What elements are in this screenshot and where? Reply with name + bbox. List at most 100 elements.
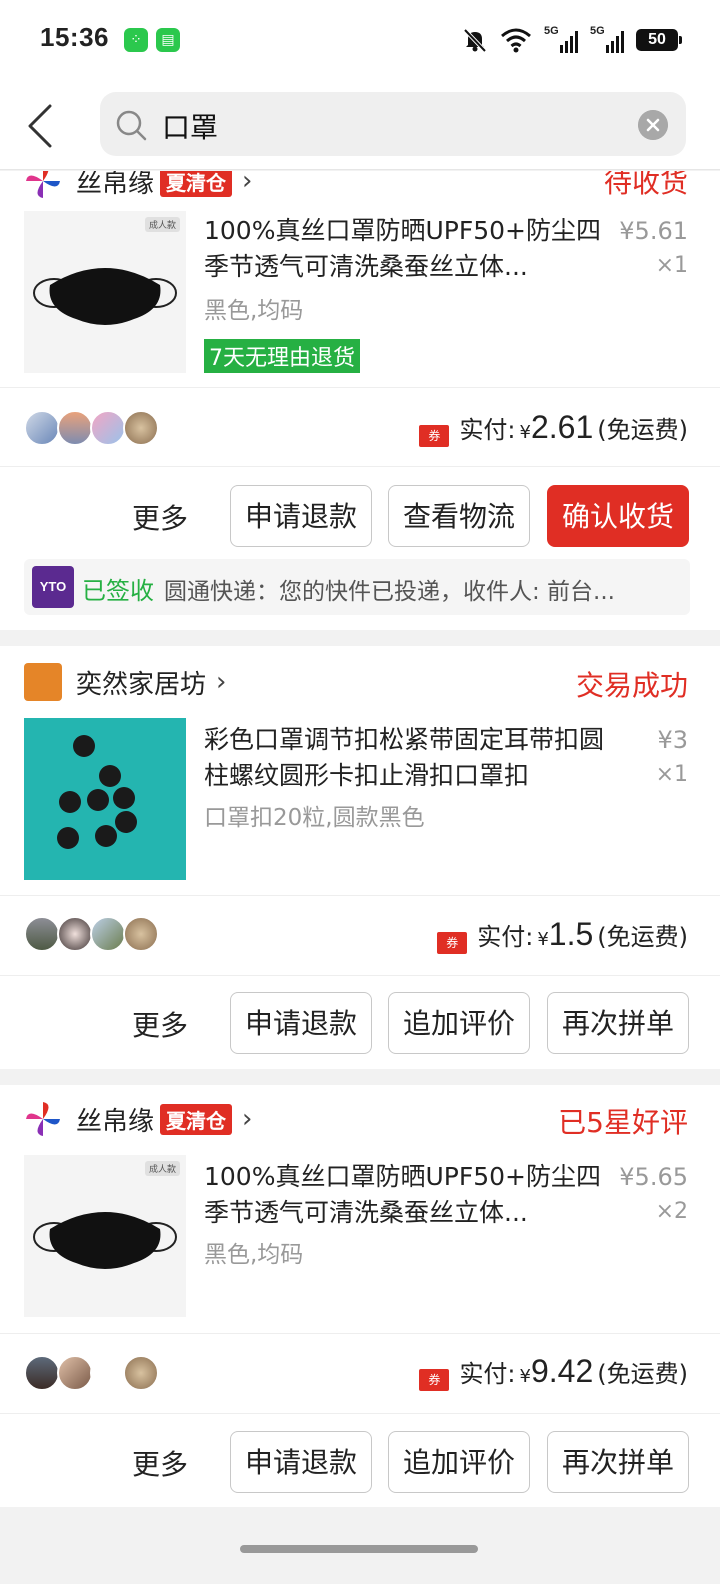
- avatar: [123, 1355, 159, 1391]
- product-quantity: ×1: [655, 762, 688, 787]
- mask-image-icon: [33, 1212, 177, 1269]
- search-header: 口罩: [0, 80, 720, 170]
- wifi-icon: [501, 28, 531, 53]
- order-card: 奕然家居坊 › 交易成功 彩色口罩调节扣松紧带固定耳带扣圆柱螺纹圆形卡扣止滑扣口…: [0, 646, 720, 1069]
- order-card: 丝帛缘 夏清仓 › 已5星好评 成人款 100%真丝口罩防晒UPF50+防尘四季…: [0, 1085, 720, 1507]
- product-image[interactable]: 成人款: [24, 1155, 186, 1317]
- signal-icon-2: 5G: [590, 25, 624, 53]
- shipping-note: (免运费): [597, 1360, 688, 1388]
- divider: [0, 895, 720, 896]
- mask-image-icon: [33, 268, 177, 325]
- product-spec: 黑色,均码: [204, 1242, 304, 1268]
- status-time: 15:36: [40, 22, 109, 52]
- logistics-bar[interactable]: YTO 已签收 圆通快递：您的快件已投递，收件人: 前台...: [24, 559, 690, 615]
- paid-amount: 9.42: [530, 1353, 594, 1389]
- confirm-receipt-button[interactable]: 确认收货: [547, 485, 689, 547]
- chevron-right-icon: ›: [242, 1104, 253, 1134]
- app-notification-icon: ⁘: [124, 28, 148, 52]
- coupon-icon: 券: [419, 1369, 450, 1391]
- reorder-button[interactable]: 再次拼单: [547, 992, 689, 1054]
- add-review-button[interactable]: 追加评价: [388, 992, 530, 1054]
- home-indicator[interactable]: [240, 1545, 478, 1553]
- paid-amount: 2.61: [530, 409, 594, 445]
- paid-label: 实付:: [477, 923, 534, 951]
- product-price: ¥5.61: [619, 217, 688, 245]
- shop-name: 丝帛缘: [76, 171, 155, 199]
- shop-header[interactable]: 丝帛缘 夏清仓 ›: [24, 1099, 252, 1139]
- shipping-note: (免运费): [597, 416, 688, 444]
- avatar: [24, 1355, 60, 1391]
- product-spec: 黑色,均码: [204, 298, 304, 324]
- view-logistics-button[interactable]: 查看物流: [388, 485, 530, 547]
- shipping-note: (免运费): [597, 923, 688, 951]
- shop-name: 奕然家居坊: [76, 669, 207, 700]
- avatar: [123, 410, 159, 446]
- avatar: [24, 410, 60, 446]
- mute-bell-icon: [463, 28, 487, 53]
- product-title[interactable]: 100%真丝口罩防晒UPF50+防尘四季节透气可清洗桑蚕丝立体...: [204, 1159, 614, 1231]
- status-bar: 15:36 ⁘ ▤ 5G 5G 50: [0, 0, 720, 80]
- more-button[interactable]: 更多: [132, 1004, 188, 1044]
- shop-logo: [24, 663, 62, 701]
- product-quantity: ×2: [655, 1199, 688, 1224]
- more-button[interactable]: 更多: [132, 497, 188, 537]
- avatar: [57, 1355, 93, 1391]
- clear-icon[interactable]: [638, 110, 668, 140]
- message-notification-icon: ▤: [156, 28, 180, 52]
- paid-amount-row: 券 实付: ¥ 2.61 (免运费): [419, 409, 688, 447]
- shop-logo-pinwheel-icon: [24, 171, 62, 200]
- divider: [0, 1333, 720, 1334]
- avatar: [57, 916, 93, 952]
- order-status: 待收货: [603, 171, 688, 199]
- product-title[interactable]: 彩色口罩调节扣松紧带固定耳带扣圆柱螺纹圆形卡扣止滑扣口罩扣: [204, 722, 614, 794]
- product-price: ¥5.65: [619, 1163, 688, 1191]
- currency-symbol: ¥: [537, 929, 549, 950]
- coupon-icon: 券: [419, 425, 450, 447]
- divider: [0, 1413, 720, 1414]
- signal-icon: 5G: [544, 25, 578, 53]
- divider: [0, 387, 720, 388]
- avatar: [90, 916, 126, 952]
- avatar: [90, 1355, 126, 1391]
- shop-tag: 夏清仓: [160, 171, 233, 197]
- paid-amount-row: 券 实付: ¥ 9.42 (免运费): [419, 1353, 688, 1391]
- product-image[interactable]: 成人款: [24, 211, 186, 373]
- return-policy-badge: 7天无理由退货: [204, 339, 360, 373]
- product-title[interactable]: 100%真丝口罩防晒UPF50+防尘四季节透气可清洗桑蚕丝立体...: [204, 213, 614, 285]
- currency-symbol: ¥: [519, 422, 531, 443]
- add-review-button[interactable]: 追加评价: [388, 1431, 530, 1493]
- paid-amount: 1.5: [548, 916, 594, 952]
- avatar: [90, 410, 126, 446]
- product-image[interactable]: [24, 718, 186, 880]
- request-refund-button[interactable]: 申请退款: [230, 485, 372, 547]
- divider: [0, 975, 720, 976]
- order-status: 交易成功: [575, 669, 688, 702]
- currency-symbol: ¥: [519, 1366, 531, 1387]
- product-image-badge: 成人款: [144, 217, 180, 232]
- order-status: 已5星好评: [558, 1106, 688, 1139]
- avatar: [57, 410, 93, 446]
- logistics-status: 已签收: [82, 577, 154, 605]
- shop-logo-pinwheel-icon: [24, 1100, 62, 1138]
- shop-header[interactable]: 丝帛缘 夏清仓 ›: [24, 171, 252, 201]
- shop-header[interactable]: 奕然家居坊 ›: [24, 662, 226, 702]
- back-arrow-icon[interactable]: [22, 102, 62, 150]
- request-refund-button[interactable]: 申请退款: [230, 1431, 372, 1493]
- product-image-badge: 成人款: [144, 1161, 180, 1176]
- buyer-avatars: [24, 916, 159, 952]
- product-price: ¥3: [657, 726, 688, 754]
- status-icons: 5G 5G 50: [462, 24, 682, 56]
- product-spec: 口罩扣20粒,圆款黑色: [204, 805, 425, 831]
- reorder-button[interactable]: 再次拼单: [547, 1431, 689, 1493]
- chevron-right-icon: ›: [242, 171, 253, 196]
- search-input[interactable]: 口罩: [100, 92, 686, 156]
- shop-tag: 夏清仓: [160, 1103, 233, 1135]
- request-refund-button[interactable]: 申请退款: [230, 992, 372, 1054]
- more-button[interactable]: 更多: [132, 1443, 188, 1483]
- order-list[interactable]: 丝帛缘 夏清仓 › 待收货 成人款 100%真丝口罩防晒UPF50+防尘四季节透…: [0, 171, 720, 1511]
- product-quantity: ×1: [655, 253, 688, 278]
- chevron-right-icon: ›: [216, 667, 227, 697]
- buyer-avatars: [24, 410, 159, 446]
- search-query: 口罩: [162, 111, 219, 144]
- search-icon: [116, 110, 147, 141]
